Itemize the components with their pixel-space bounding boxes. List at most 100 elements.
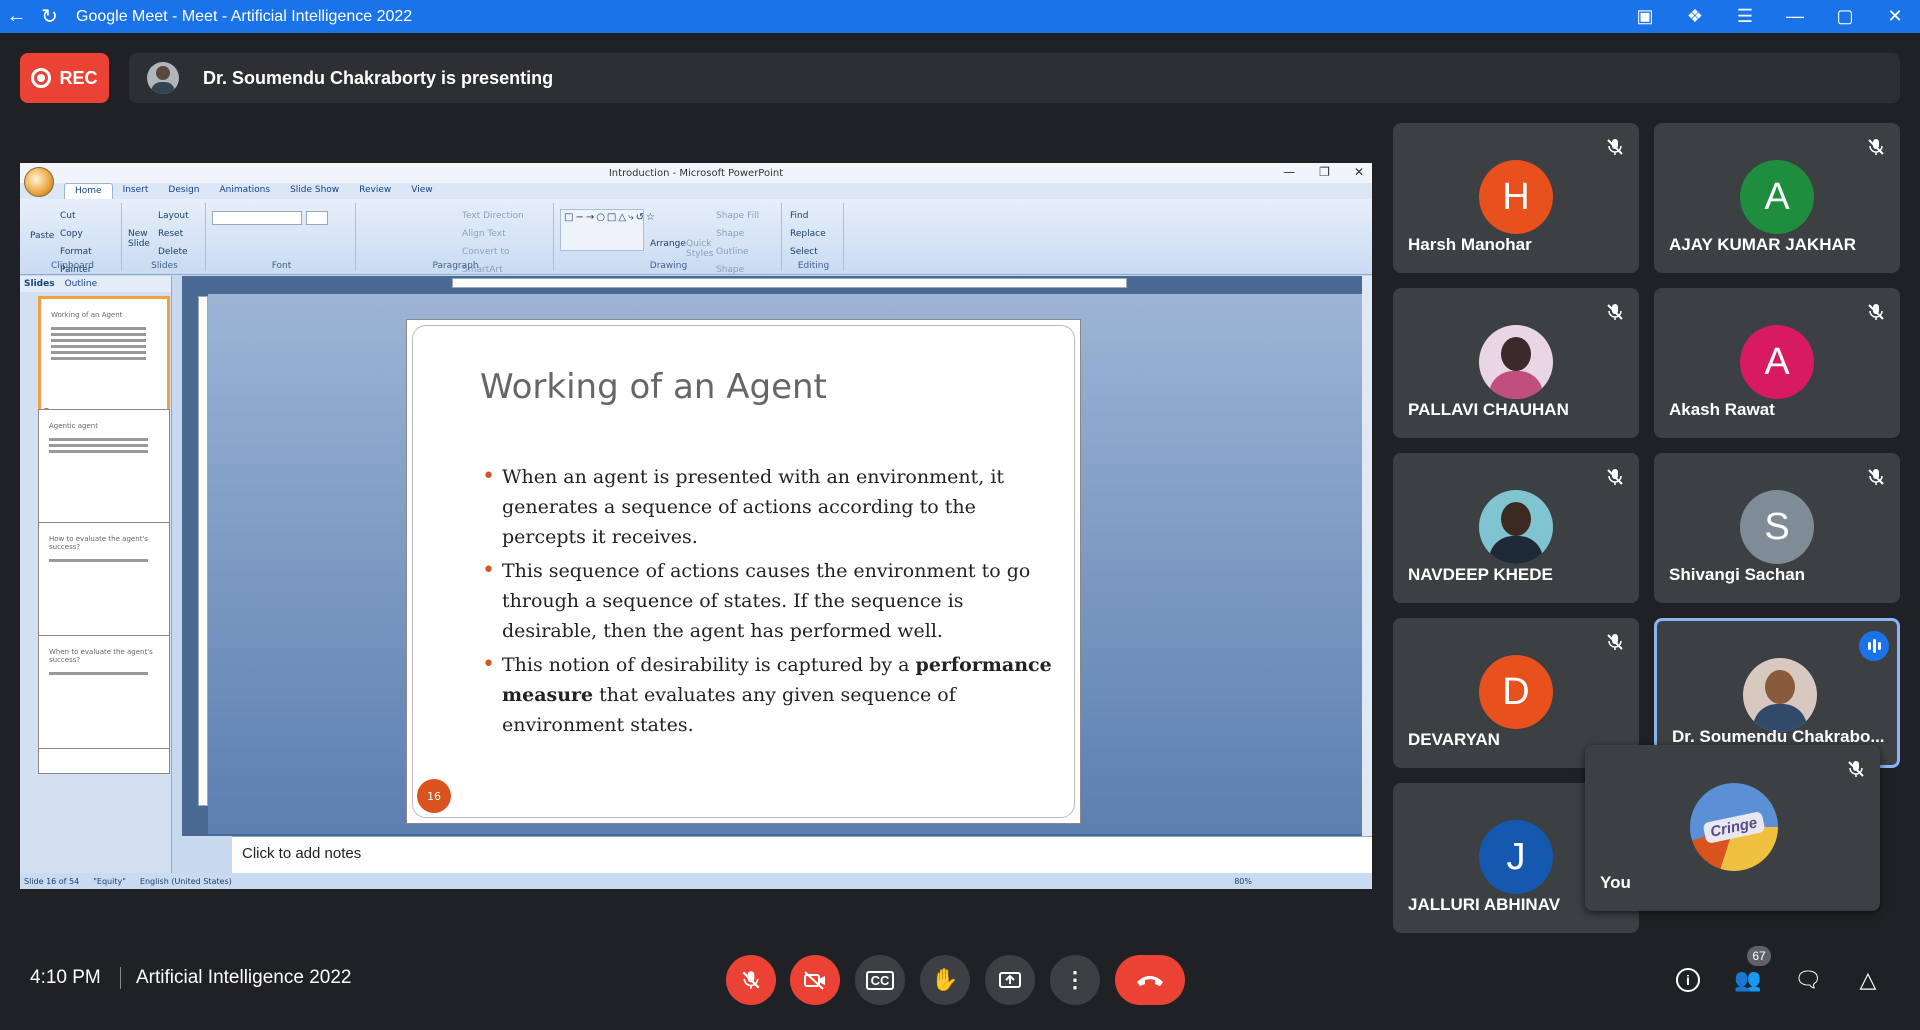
ribbon-group-clipboard: Cut Copy Format Painter Paste Clipboard xyxy=(24,203,122,275)
tab-slides[interactable]: Slides xyxy=(24,279,55,289)
avatar xyxy=(1479,325,1553,399)
notes-pane[interactable]: Click to add notes xyxy=(232,836,1372,873)
presenter-bar: Dr. Soumendu Chakraborty is presenting xyxy=(129,53,1900,103)
reload-icon[interactable]: ↻ xyxy=(33,0,66,33)
reset-button[interactable]: Reset xyxy=(158,225,199,243)
participant-count-badge: 67 xyxy=(1747,946,1771,966)
activities-button[interactable]: △ xyxy=(1853,965,1883,995)
ppt-tab-animations[interactable]: Animations xyxy=(209,183,280,199)
shapes-gallery[interactable]: □−→○□△⤷↺☆ xyxy=(560,209,655,251)
participant-tile[interactable]: H Harsh Manohar xyxy=(1393,123,1639,273)
avatar xyxy=(1743,658,1817,732)
thumb-title: Working of an Agent xyxy=(51,311,123,319)
divider xyxy=(120,967,121,989)
thumb-title: When to evaluate the agent's success? xyxy=(49,648,153,664)
info-icon: i xyxy=(1676,968,1700,992)
extensions-icon[interactable]: ❖ xyxy=(1670,6,1720,27)
avatar xyxy=(1479,490,1553,564)
ppt-ribbon: Cut Copy Format Painter Paste Clipboard … xyxy=(20,199,1372,293)
slide-title[interactable]: Working of an Agent xyxy=(480,367,827,407)
ppt-close-icon[interactable]: ✕ xyxy=(1354,165,1364,179)
slide-stage: Working of an Agent When an agent is pre… xyxy=(208,294,1362,834)
ribbon-group-editing: Find Replace Select Editing xyxy=(784,203,844,271)
current-slide[interactable]: Working of an Agent When an agent is pre… xyxy=(406,319,1081,824)
delete-button[interactable]: Delete xyxy=(158,243,199,261)
chat-button[interactable]: 🗨 xyxy=(1793,965,1823,995)
mic-off-icon xyxy=(742,971,760,989)
captions-icon: CC xyxy=(865,970,895,990)
slide-thumbnail[interactable]: 18 How to evaluate the agent's success? xyxy=(38,522,170,646)
close-icon[interactable]: ✕ xyxy=(1870,6,1920,27)
camera-icon[interactable]: ▣ xyxy=(1620,6,1670,27)
leave-call-button[interactable] xyxy=(1115,955,1185,1005)
present-button[interactable] xyxy=(985,955,1035,1005)
slide-page-number: 16 xyxy=(417,779,451,813)
layout-button[interactable]: Layout xyxy=(158,207,199,225)
back-arrow-icon[interactable]: ← xyxy=(0,0,33,33)
tab-outline[interactable]: Outline xyxy=(65,279,98,289)
self-view-tile[interactable]: Cringe You xyxy=(1585,745,1880,911)
maximize-icon[interactable]: ▢ xyxy=(1820,6,1870,27)
font-size-box[interactable] xyxy=(306,211,328,225)
participant-tile[interactable]: PALLAVI CHAUHAN xyxy=(1393,288,1639,438)
find-button[interactable]: Find xyxy=(790,207,837,225)
hand-icon: ✋ xyxy=(931,967,959,992)
slide-thumbnail[interactable]: 19 When to evaluate the agent's success? xyxy=(38,635,170,759)
meeting-details-button[interactable]: i xyxy=(1673,965,1703,995)
camera-off-icon xyxy=(804,971,825,990)
camera-toggle-button[interactable] xyxy=(790,955,840,1005)
more-options-button[interactable]: ⋮ xyxy=(1050,955,1100,1005)
ppt-ribbon-tabs: Home Insert Design Animations Slide Show… xyxy=(20,183,1372,199)
cut-button[interactable]: Cut xyxy=(60,207,115,225)
drawing-group-label: Drawing xyxy=(649,261,688,271)
ppt-tab-review[interactable]: Review xyxy=(349,183,401,199)
mic-toggle-button[interactable] xyxy=(726,955,776,1005)
status-zoom[interactable]: 80% xyxy=(1234,877,1252,886)
copy-button[interactable]: Copy xyxy=(60,225,115,243)
ppt-tab-insert[interactable]: Insert xyxy=(113,183,159,199)
clipboard-group-label: Clipboard xyxy=(51,261,94,271)
ppt-minimize-icon[interactable]: — xyxy=(1283,165,1295,179)
new-slide-button[interactable]: New Slide xyxy=(128,229,154,249)
align-text-button[interactable]: Align Text xyxy=(462,225,547,243)
arrange-button[interactable]: Arrange xyxy=(650,239,686,249)
ppt-tab-design[interactable]: Design xyxy=(158,183,209,199)
participant-tile[interactable]: A Akash Rawat xyxy=(1654,288,1900,438)
slide-thumbnail[interactable]: 20 xyxy=(38,748,170,774)
avatar: D xyxy=(1479,655,1553,729)
participant-tile[interactable]: NAVDEEP KHEDE xyxy=(1393,453,1639,603)
slide-thumbnail[interactable]: 17 Agentic agent xyxy=(38,409,170,533)
minimize-icon[interactable]: — xyxy=(1770,6,1820,27)
font-name-box[interactable] xyxy=(212,211,302,225)
captions-button[interactable]: CC xyxy=(855,955,905,1005)
ppt-tab-view[interactable]: View xyxy=(401,183,442,199)
people-button[interactable]: 👥 xyxy=(1733,965,1763,995)
shape-outline-button[interactable]: Shape Outline xyxy=(716,225,775,261)
presenter-avatar xyxy=(147,62,179,94)
participant-tile[interactable]: A AJAY KUMAR JAKHAR xyxy=(1654,123,1900,273)
quick-styles-button[interactable]: Quick Styles xyxy=(686,239,713,259)
ppt-tab-home[interactable]: Home xyxy=(64,183,113,199)
meeting-name: Artificial Intelligence 2022 xyxy=(136,967,352,988)
slide-edit-area: Working of an Agent When an agent is pre… xyxy=(182,276,1372,836)
text-direction-button[interactable]: Text Direction xyxy=(462,207,547,225)
more-vert-icon: ⋮ xyxy=(1064,967,1086,992)
vertical-scrollbar[interactable] xyxy=(1362,276,1372,836)
ppt-restore-icon[interactable]: ❐ xyxy=(1319,165,1330,179)
activities-icon: △ xyxy=(1859,967,1877,992)
select-button[interactable]: Select xyxy=(790,243,837,261)
slide-thumbnail[interactable]: 16 Working of an Agent xyxy=(38,296,170,420)
recording-badge[interactable]: REC xyxy=(20,53,109,103)
paste-button[interactable]: Paste xyxy=(30,231,54,241)
hang-up-icon xyxy=(1137,976,1163,986)
raise-hand-button[interactable]: ✋ xyxy=(920,955,970,1005)
slide-bullets[interactable]: When an agent is presented with an envir… xyxy=(482,462,1062,744)
shape-fill-button[interactable]: Shape Fill xyxy=(716,207,775,225)
ppt-tab-slideshow[interactable]: Slide Show xyxy=(280,183,349,199)
menu-icon[interactable]: ☰ xyxy=(1720,6,1770,27)
replace-button[interactable]: Replace xyxy=(790,225,837,243)
participant-tile[interactable]: S Shivangi Sachan xyxy=(1654,453,1900,603)
bottom-bar: 4:10 PM Artificial Intelligence 2022 CC … xyxy=(0,940,1920,1020)
thumb-title: Agentic agent xyxy=(49,422,98,430)
present-icon xyxy=(999,972,1021,988)
